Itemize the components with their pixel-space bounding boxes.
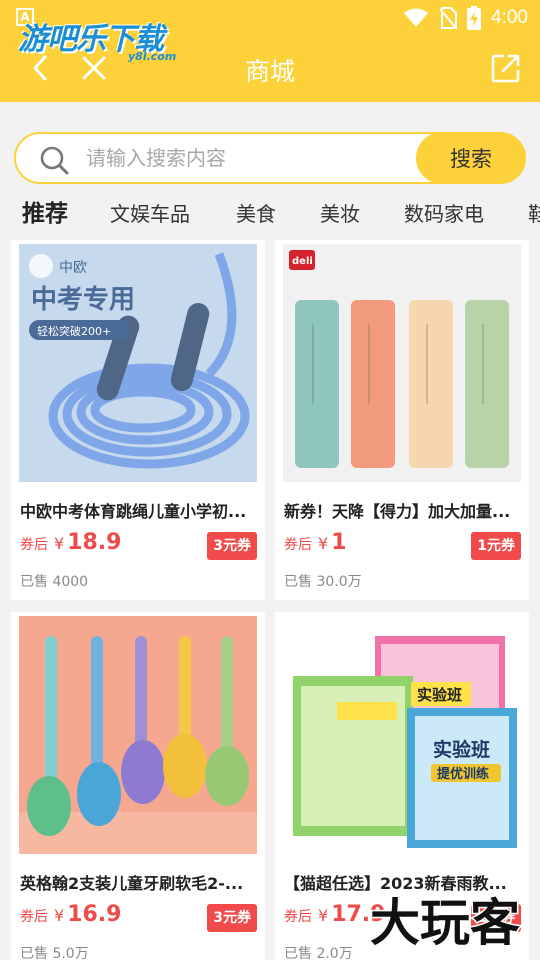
tab-food[interactable]: 美食 — [236, 196, 276, 232]
jump-rope-image: 中欧 中考专用 轻松突破200+ — [19, 244, 257, 482]
currency-symbol: ¥ — [54, 534, 65, 553]
coupon-badge: 3元券 — [207, 904, 257, 932]
app-header: A 4:00 游吧乐下载 y8l.com 商城 — [0, 0, 540, 102]
product-card[interactable]: deli 新券！天降【得力】加大加量... 券后 ¥ 1 1元券 已售 30.0… — [275, 240, 529, 600]
product-image: deli — [283, 244, 521, 482]
no-sim-icon — [439, 7, 458, 29]
category-tabs: 推荐 文娱车品 美食 美妆 数码家电 鞋 — [0, 196, 540, 232]
share-button[interactable] — [490, 52, 522, 84]
currency-symbol: ¥ — [318, 906, 329, 925]
price-label: 券后 — [20, 537, 48, 553]
coupon-badge: 1元券 — [471, 532, 521, 560]
product-card[interactable]: 英格翰2支装儿童牙刷软毛2-... 券后 ¥ 16.9 3元券 已售 5.0万 — [11, 612, 265, 960]
price-row: 券后 ¥ 16.9 — [20, 902, 121, 932]
price-row: 券后 ¥ 18.9 — [20, 530, 121, 560]
price-label: 券后 — [284, 537, 312, 553]
tab-entertainment-auto[interactable]: 文娱车品 — [110, 196, 190, 232]
toothbrush-image — [19, 616, 257, 854]
share-icon — [491, 54, 520, 83]
tab-digital-appliances[interactable]: 数码家电 — [404, 196, 484, 232]
product-title: 中欧中考体育跳绳儿童小学初... — [20, 502, 247, 521]
wifi-icon — [404, 8, 429, 27]
status-bar: 4:00 — [403, 4, 528, 32]
battery-charging-icon — [467, 6, 482, 30]
tab-shoes[interactable]: 鞋 — [528, 196, 540, 232]
search-button[interactable]: 搜索 — [416, 132, 526, 184]
price-value: 1 — [331, 530, 347, 555]
page-title: 商城 — [244, 57, 295, 86]
book-title-text-2: 实验班 — [433, 738, 490, 761]
sold-count: 已售 5.0万 — [20, 946, 89, 960]
brand-text: deli — [292, 256, 313, 267]
sold-count: 已售 2.0万 — [284, 946, 353, 960]
product-image — [19, 616, 257, 854]
tab-beauty[interactable]: 美妆 — [320, 196, 360, 232]
badge-text: 轻松突破200+ — [37, 324, 111, 338]
status-time: 4:00 — [491, 7, 528, 28]
product-card[interactable]: 中欧 中考专用 轻松突破200+ 中欧中考体育跳绳儿童小学初... 券后 ¥ 1… — [11, 240, 265, 600]
price-value: 18.9 — [67, 530, 122, 555]
book-subtitle-text: 提优训练 — [437, 766, 489, 782]
currency-symbol: ¥ — [54, 906, 65, 925]
brand-text: 中欧 — [59, 260, 87, 276]
product-title: 英格翰2支装儿童牙刷软毛2-... — [20, 874, 244, 893]
watermark-corner: 大玩客 — [369, 893, 522, 954]
sold-count: 已售 4000 — [20, 574, 89, 590]
utility-knife-image: deli — [283, 244, 521, 482]
currency-symbol: ¥ — [318, 534, 329, 553]
headline-text: 中考专用 — [31, 285, 135, 315]
search-icon — [40, 146, 69, 175]
product-image: 中欧 中考专用 轻松突破200+ — [19, 244, 257, 482]
search-bar: 搜索 — [14, 132, 526, 184]
coupon-badge: 3元券 — [207, 532, 257, 560]
price-row: 券后 ¥ 1 — [284, 530, 347, 560]
book-title-text: 实验班 — [417, 686, 462, 704]
watermark-corner-text: 大玩客 — [370, 894, 520, 952]
price-label: 券后 — [20, 909, 48, 925]
product-image: 实验班 实验班 提优训练 — [283, 616, 521, 854]
workbook-image: 实验班 实验班 提优训练 — [283, 616, 521, 854]
search-input[interactable] — [86, 142, 406, 176]
sold-count: 已售 30.0万 — [284, 574, 362, 590]
tab-recommended[interactable]: 推荐 — [22, 196, 68, 232]
product-title: 新券！天降【得力】加大加量... — [284, 502, 511, 521]
price-label: 券后 — [284, 909, 312, 925]
price-value: 16.9 — [67, 902, 122, 927]
